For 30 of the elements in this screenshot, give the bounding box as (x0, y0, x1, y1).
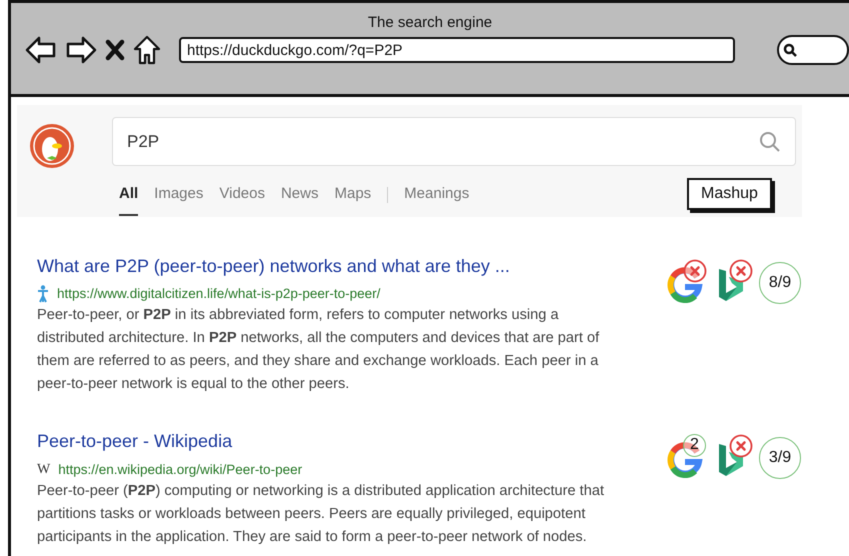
result-title-link[interactable]: Peer-to-peer - Wikipedia (37, 431, 232, 452)
result-url[interactable]: https://www.digitalcitizen.life/what-is-p2p-peer-to-peer/ (57, 284, 380, 304)
search-icon (759, 130, 781, 152)
result-snippet: Peer-to-peer, or P2P in its abbreviated form, refers to computer networks using a distributed architecture. In P2P networks, all the computers and devices that are part of them are referred to as peers, and they share and exchange workloads. Each peer in a peer-to-peer network is equal to the other peers. (37, 306, 600, 394)
mashup-button[interactable]: Mashup (687, 178, 772, 210)
search-icon (783, 43, 797, 57)
back-icon[interactable] (25, 36, 57, 64)
result-url[interactable]: https://en.wikipedia.org/wiki/Peer-to-peer (58, 460, 302, 480)
duck-logo-icon (29, 123, 75, 169)
close-icon[interactable] (105, 39, 125, 61)
address-field[interactable]: https://duckduckgo.com/?q=P2P (179, 37, 735, 63)
result-snippet: Peer-to-peer (P2P) computing or networking is a distributed application architecture that partitions tasks or workloads between peers. Peers are equally privileged, equipotent participants in the application. They are said to form a peer-to-peer network of nodes. (37, 482, 606, 548)
search-field[interactable] (777, 35, 849, 65)
window-title: The search engine (366, 13, 494, 33)
rank-badge: 2 (683, 434, 706, 458)
search-field[interactable]: P2P (112, 117, 796, 166)
google-g-icon (667, 267, 703, 303)
tab[interactable]: All (119, 183, 138, 216)
score-badge: 3/9 (759, 437, 801, 480)
result-title-link[interactable]: What are P2P (peer-to-peer) networks and what are they ... (37, 256, 510, 276)
tab[interactable]: Images (154, 183, 204, 216)
tab[interactable]: Meanings (404, 183, 470, 216)
person-icon (37, 285, 49, 304)
tab[interactable]: News (280, 183, 318, 216)
site-favicon: W (37, 461, 50, 480)
score-badge: 8/9 (759, 262, 801, 304)
home-icon[interactable] (133, 35, 161, 65)
tab[interactable]: Maps (334, 183, 372, 216)
tab[interactable]: Videos (219, 183, 265, 216)
forward-icon[interactable] (65, 36, 97, 64)
